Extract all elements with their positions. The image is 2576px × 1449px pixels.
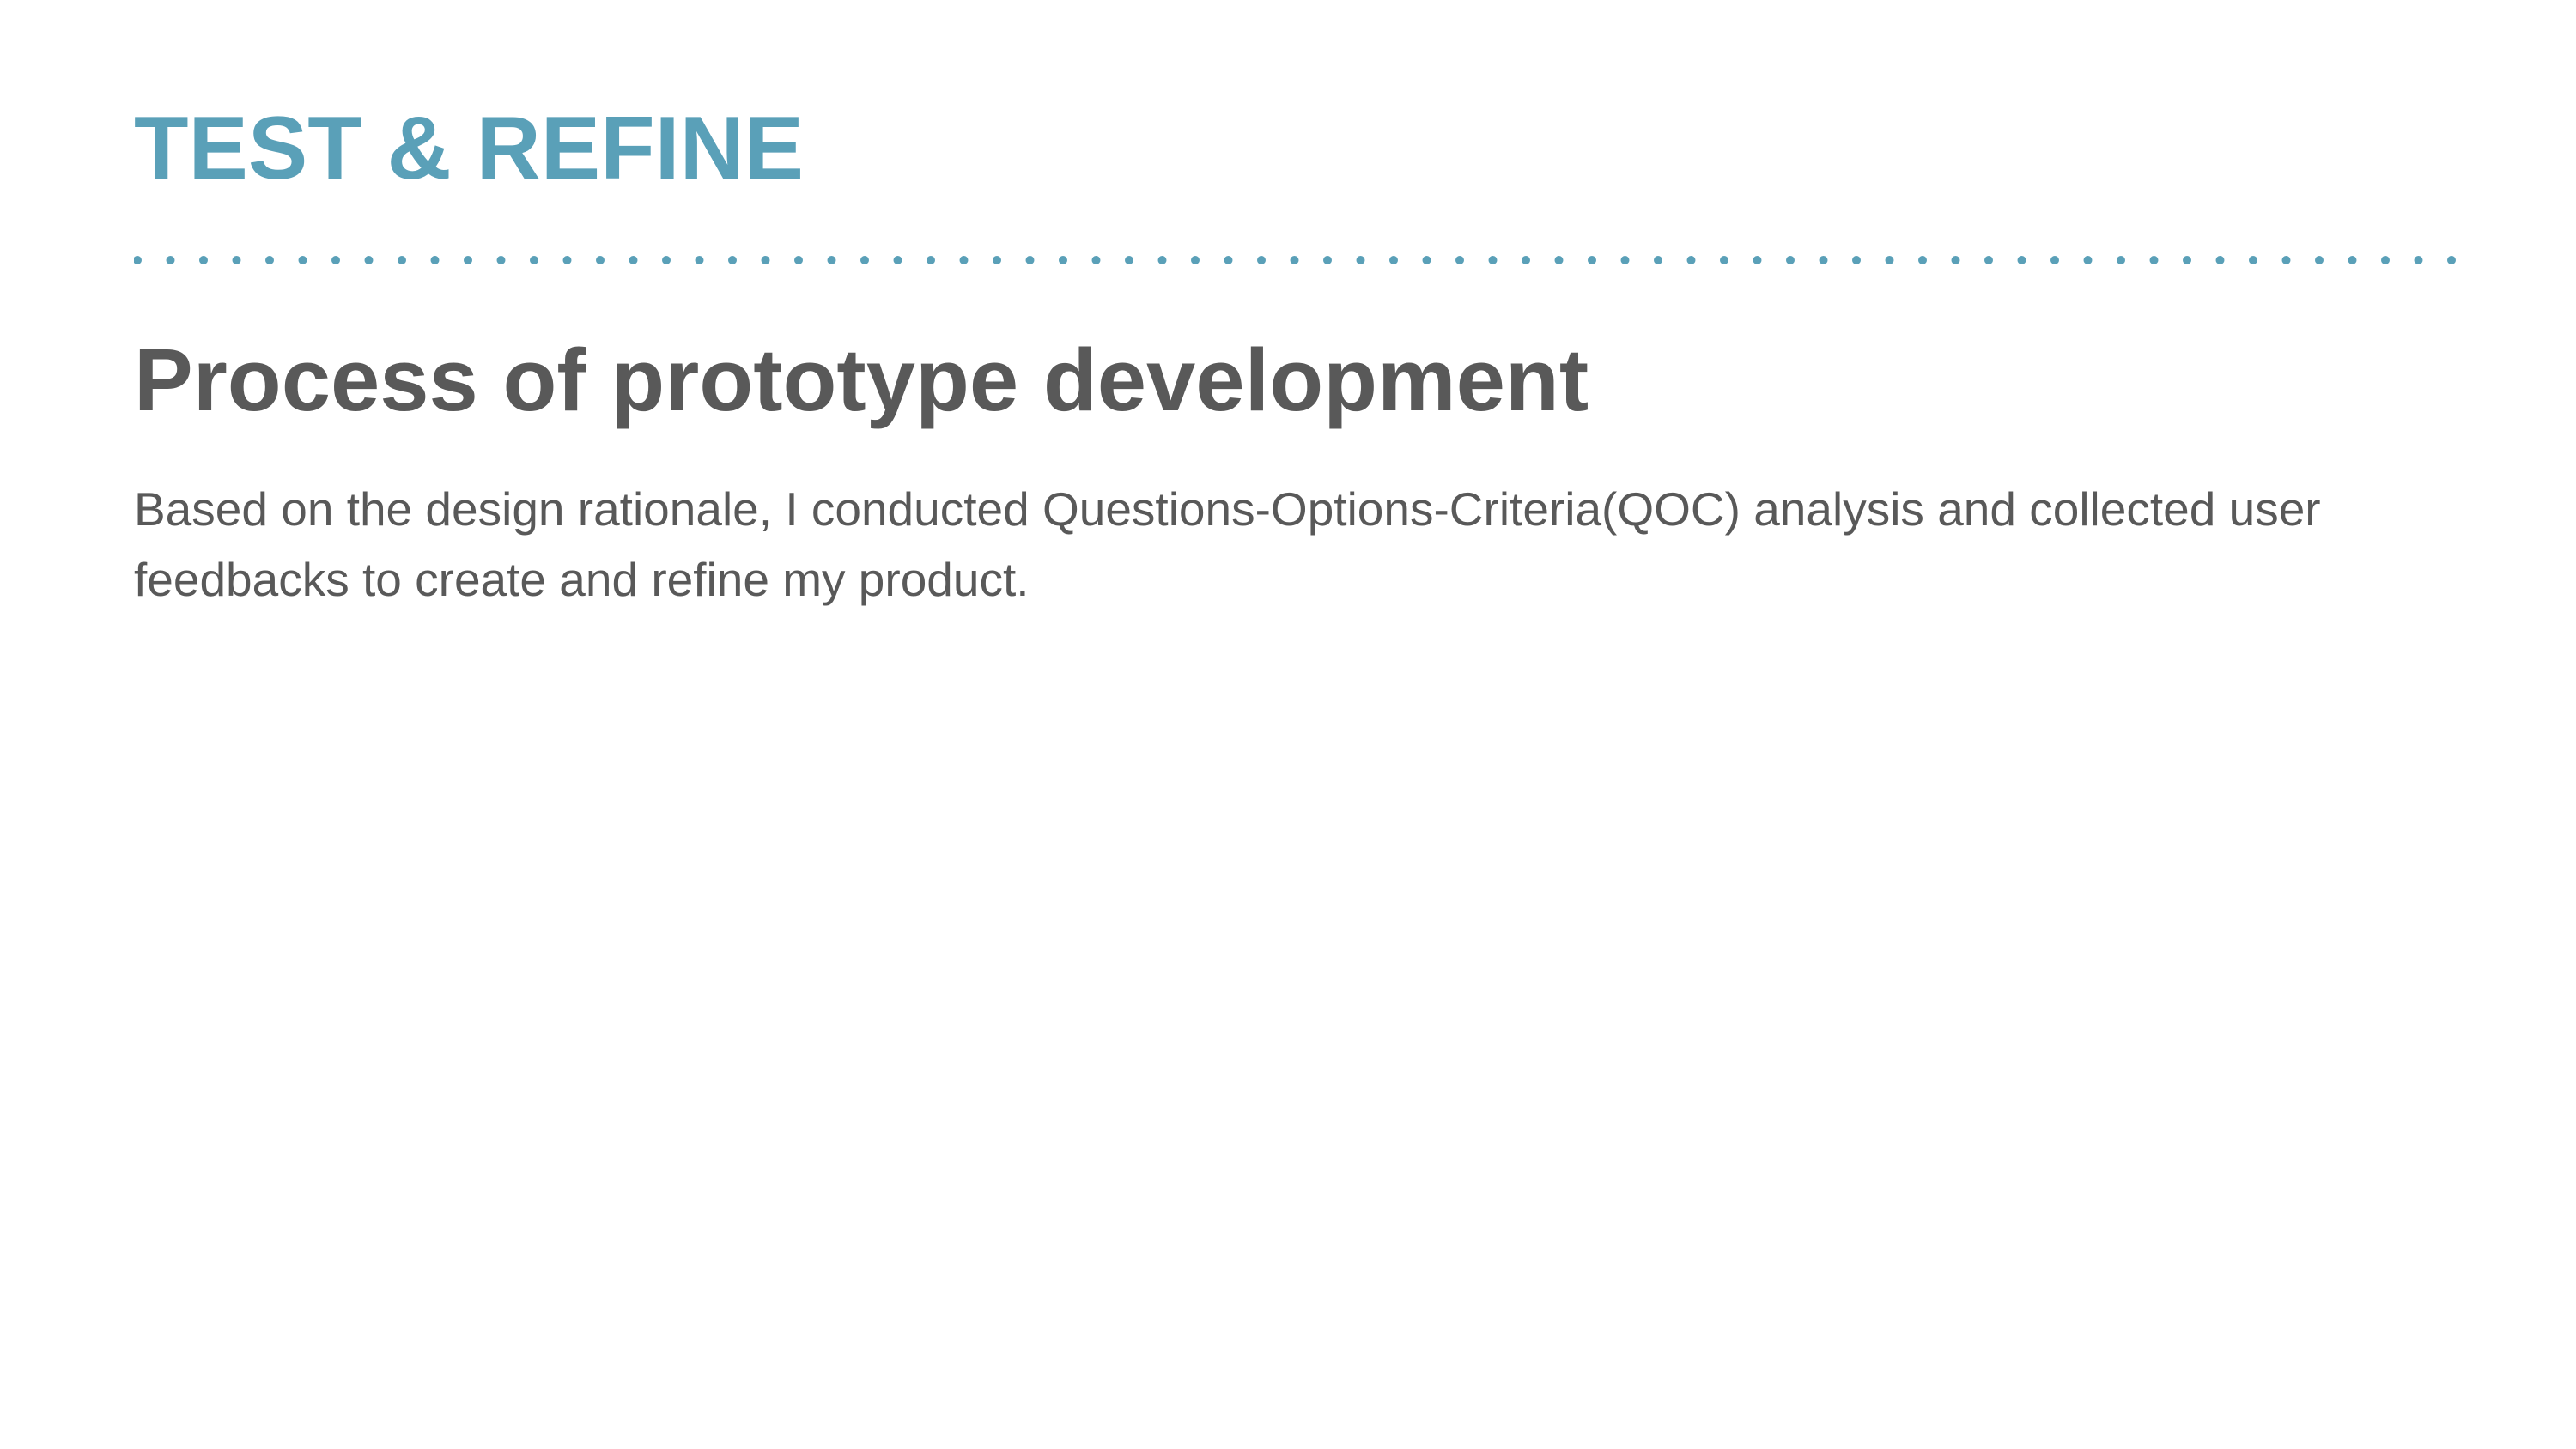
- section-title: TEST & REFINE: [134, 99, 805, 198]
- slide-page: TEST & REFINE Process of prototype devel…: [0, 0, 2576, 1449]
- page-title: Process of prototype development: [134, 330, 1589, 429]
- dotted-divider: [134, 256, 2458, 264]
- body-paragraph: Based on the design rationale, I conduct…: [134, 482, 2321, 606]
